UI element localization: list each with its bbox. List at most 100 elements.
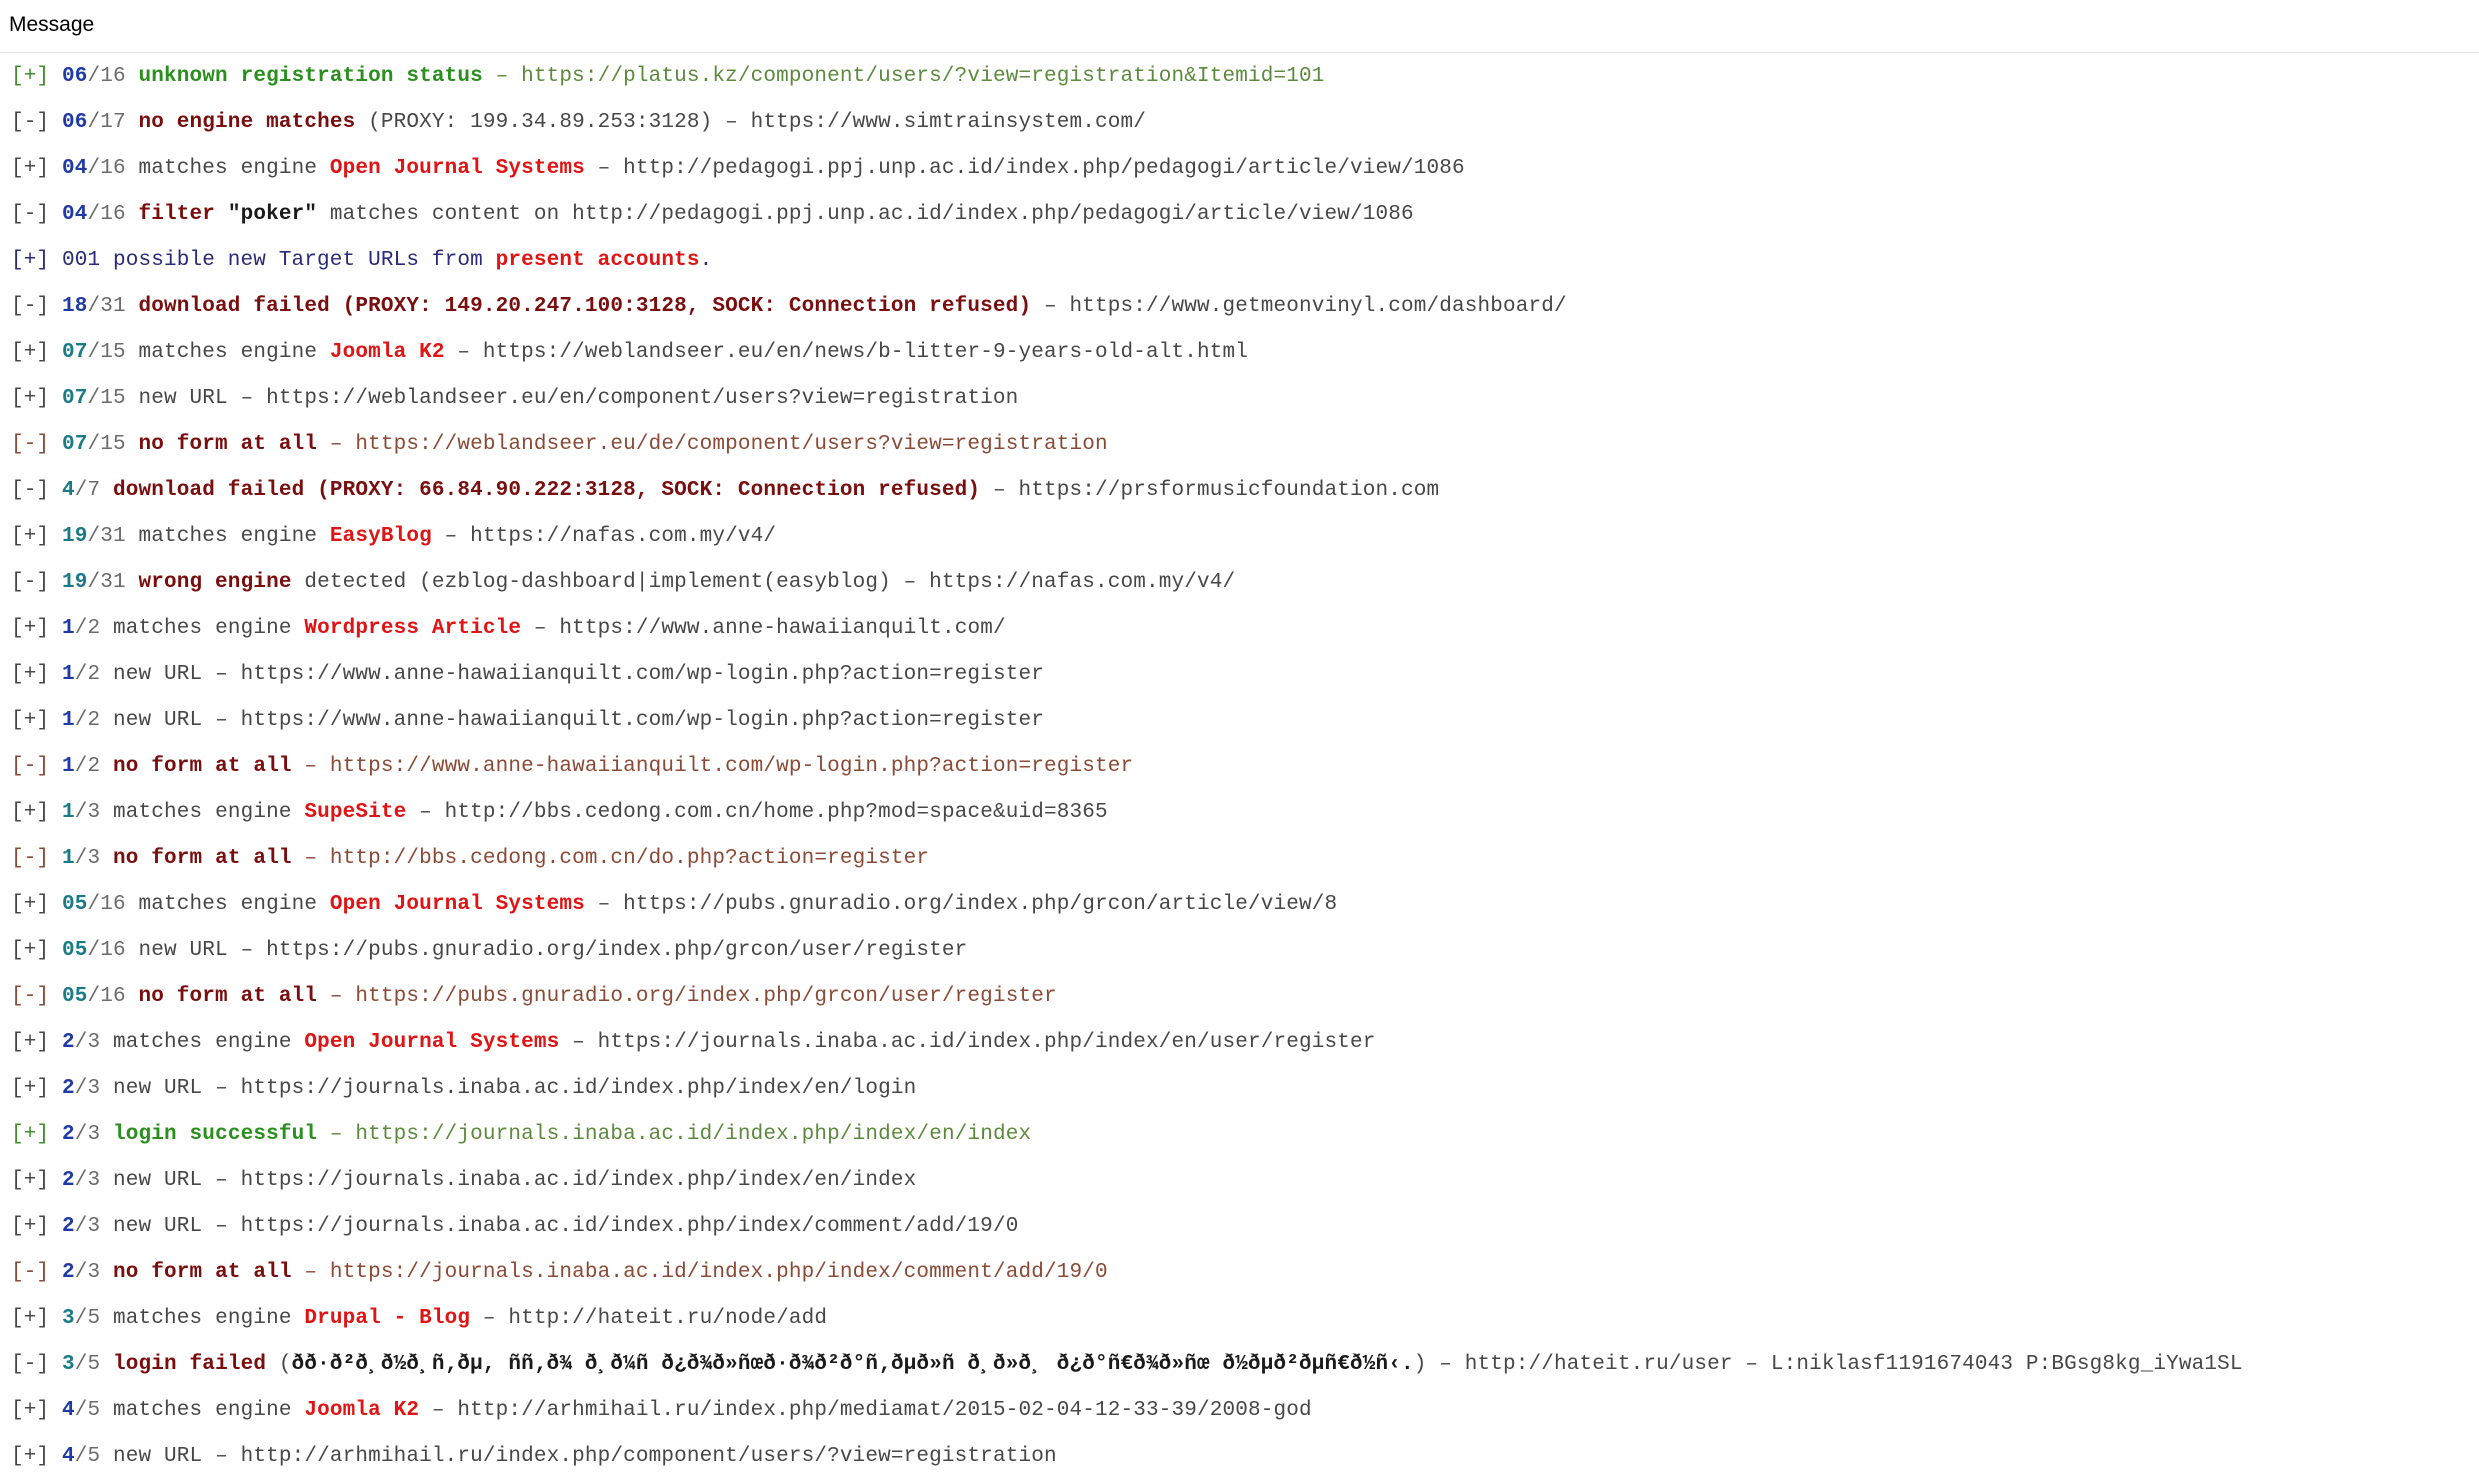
log-row[interactable]: [-] 05/16 no form at all – https://pubs.…	[11, 974, 1057, 1020]
log-row-segment: 07	[62, 387, 88, 410]
log-row[interactable]: [+] 19/31 matches engine EasyBlog – http…	[11, 514, 776, 560]
log-row-segment: [-]	[11, 571, 63, 594]
log-row-segment: 1	[62, 755, 75, 778]
log-row-segment: 1	[62, 663, 75, 686]
log-row-segment: /31	[87, 295, 139, 318]
log-row-segment: – https://www.getmeonvinyl.com/dashboard…	[1031, 295, 1567, 318]
log-row[interactable]: [-] 06/17 no engine matches (PROXY: 199.…	[11, 100, 1146, 146]
log-row-segment: 06	[62, 65, 88, 88]
log-row-segment: 19	[62, 571, 88, 594]
log-row-segment: matches engine	[138, 157, 330, 180]
log-row-segment: ) – http://hateit.ru/user – L:niklasf119…	[1413, 1353, 2243, 1376]
log-row-segment: /2	[74, 663, 114, 686]
log-row[interactable]: [+] 001 possible new Target URLs from pr…	[11, 238, 712, 284]
log-row-segment: (	[266, 1353, 292, 1376]
log-row-segment: no form at all	[138, 985, 318, 1008]
log-row-segment: Drupal - Blog	[304, 1307, 471, 1330]
log-row-segment: /15	[87, 341, 139, 364]
log-row-segment: Joomla K2	[329, 341, 445, 364]
log-row[interactable]: [-] 4/7 download failed (PROXY: 66.84.90…	[11, 468, 1439, 514]
log-row-segment: download failed (PROXY: 66.84.90.222:312…	[113, 479, 981, 502]
log-row-segment: 2	[62, 1169, 75, 1192]
log-row[interactable]: [-] 19/31 wrong engine detected (ezblog-…	[11, 560, 1235, 606]
log-row[interactable]: [+] 3/5 matches engine Drupal - Blog – h…	[11, 1296, 827, 1342]
log-row-segment: 04	[62, 157, 88, 180]
log-row-segment: /5	[74, 1353, 114, 1376]
log-row[interactable]: [+] 2/3 matches engine Open Journal Syst…	[11, 1020, 1376, 1066]
log-row-segment: [+]	[11, 387, 63, 410]
log-row[interactable]: [-] 1/2 no form at all – https://www.ann…	[11, 744, 1133, 790]
log-row-segment: new URL – https://www.anne-hawaiianquilt…	[113, 663, 1044, 686]
log-row-segment: – http://bbs.cedong.com.cn/home.php?mod=…	[406, 801, 1108, 824]
log-row-segment: matches engine	[113, 617, 305, 640]
log-row-segment: 2	[62, 1031, 75, 1054]
log-row[interactable]: [+] 04/16 matches engine Open Journal Sy…	[11, 146, 1465, 192]
log-row[interactable]: [+] 2/3 login successful – https://journ…	[11, 1112, 1031, 1158]
log-row[interactable]: [-] 1/3 no form at all – http://bbs.cedo…	[11, 836, 929, 882]
log-row-segment: login failed	[113, 1353, 267, 1376]
log-row[interactable]: [-] 07/15 no form at all – https://webla…	[11, 422, 1108, 468]
log-row[interactable]: [+] 4/5 matches engine Joomla K2 – http:…	[11, 1388, 1312, 1434]
log-row[interactable]: [+] 2/3 new URL – https://journals.inaba…	[11, 1066, 916, 1112]
log-row[interactable]: [+] 07/15 new URL – https://weblandseer.…	[11, 376, 1018, 422]
log-row-segment: /31	[87, 525, 139, 548]
log-row-segment: 1	[62, 847, 75, 870]
log-row[interactable]: [+] 2/3 new URL – https://journals.inaba…	[11, 1158, 916, 1204]
log-row-segment: wrong engine	[138, 571, 292, 594]
log-row-segment: 4	[62, 1445, 75, 1468]
log-row-segment: /2	[74, 755, 114, 778]
log-row-segment: /5	[74, 1399, 114, 1422]
log-row-segment: [+]	[11, 1077, 63, 1100]
log-row[interactable]: [+] 2/3 new URL – https://journals.inaba…	[11, 1204, 1018, 1250]
log-row-segment: [+]	[11, 1307, 63, 1330]
log-row-segment: 06	[62, 111, 88, 134]
log-row-segment: Wordpress Article	[304, 617, 522, 640]
log-row-segment: .	[699, 249, 713, 272]
log-row[interactable]: [+] 4/5 new URL – http://arhmihail.ru/in…	[11, 1434, 1057, 1478]
log-row[interactable]: [-] 3/5 login failed (ðð·ð²ð¸ð½ð¸ñ‚ðµ, ñ…	[11, 1342, 2243, 1388]
log-row-segment: /15	[87, 433, 139, 456]
log-row[interactable]: [-] 04/16 filter "poker" matches content…	[11, 192, 1414, 238]
log-row[interactable]: [+] 1/3 matches engine SupeSite – http:/…	[11, 790, 1108, 836]
log-row[interactable]: [+] 05/16 new URL – https://pubs.gnuradi…	[11, 928, 967, 974]
log-row-segment: – http://pedagogi.ppj.unp.ac.id/index.ph…	[584, 157, 1465, 180]
log-row[interactable]: [+] 05/16 matches engine Open Journal Sy…	[11, 882, 1337, 928]
log-row-segment: /16	[87, 203, 139, 226]
log-row-segment: – https://pubs.gnuradio.org/index.php/gr…	[317, 985, 1057, 1008]
message-log-list[interactable]: [+] 06/16 unknown registration status – …	[0, 54, 2479, 1478]
log-row[interactable]: [+] 07/15 matches engine Joomla K2 – htt…	[11, 330, 1248, 376]
log-row-segment: [-]	[11, 755, 63, 778]
log-row[interactable]: [+] 1/2 matches engine Wordpress Article…	[11, 606, 1006, 652]
message-column-header[interactable]: Message	[0, 0, 2479, 53]
log-row-segment: [-]	[11, 847, 63, 870]
log-row[interactable]: [+] 06/16 unknown registration status – …	[11, 54, 1325, 100]
log-row-segment: /3	[74, 1215, 114, 1238]
log-row-segment: /16	[87, 157, 139, 180]
log-row-segment: new URL – https://weblandseer.eu/en/comp…	[138, 387, 1019, 410]
log-row-segment: – https://platus.kz/component/users/?vie…	[482, 65, 1325, 88]
log-row-segment: /31	[87, 571, 139, 594]
log-row-segment: [+]	[11, 1031, 63, 1054]
log-row-segment: – http://bbs.cedong.com.cn/do.php?action…	[291, 847, 930, 870]
log-row-segment: – https://journals.inaba.ac.id/index.php…	[559, 1031, 1376, 1054]
log-row-segment: matches engine	[138, 893, 330, 916]
log-row-segment: /16	[87, 893, 139, 916]
log-row-segment: EasyBlog	[329, 525, 432, 548]
log-row[interactable]: [+] 1/2 new URL – https://www.anne-hawai…	[11, 652, 1044, 698]
log-row-segment: /3	[74, 1169, 114, 1192]
log-row-segment: 19	[62, 525, 88, 548]
log-row-segment: 4	[62, 1399, 75, 1422]
log-row[interactable]: [+] 1/2 new URL – https://www.anne-hawai…	[11, 698, 1044, 744]
log-row-segment: – https://www.anne-hawaiianquilt.com/wp-…	[291, 755, 1134, 778]
log-row[interactable]: [-] 18/31 download failed (PROXY: 149.20…	[11, 284, 1567, 330]
log-row-segment: new URL – http://arhmihail.ru/index.php/…	[113, 1445, 1057, 1468]
log-row-segment: [-]	[11, 1261, 63, 1284]
log-row-segment: 07	[62, 433, 88, 456]
log-row-segment: 05	[62, 985, 88, 1008]
log-row-segment: – https://weblandseer.eu/de/component/us…	[317, 433, 1108, 456]
log-row-segment: – https://journals.inaba.ac.id/index.php…	[291, 1261, 1108, 1284]
log-row[interactable]: [-] 2/3 no form at all – https://journal…	[11, 1250, 1108, 1296]
log-row-segment: no form at all	[113, 847, 292, 870]
log-row-segment: 05	[62, 939, 88, 962]
log-row-segment: new URL – https://journals.inaba.ac.id/i…	[113, 1169, 917, 1192]
